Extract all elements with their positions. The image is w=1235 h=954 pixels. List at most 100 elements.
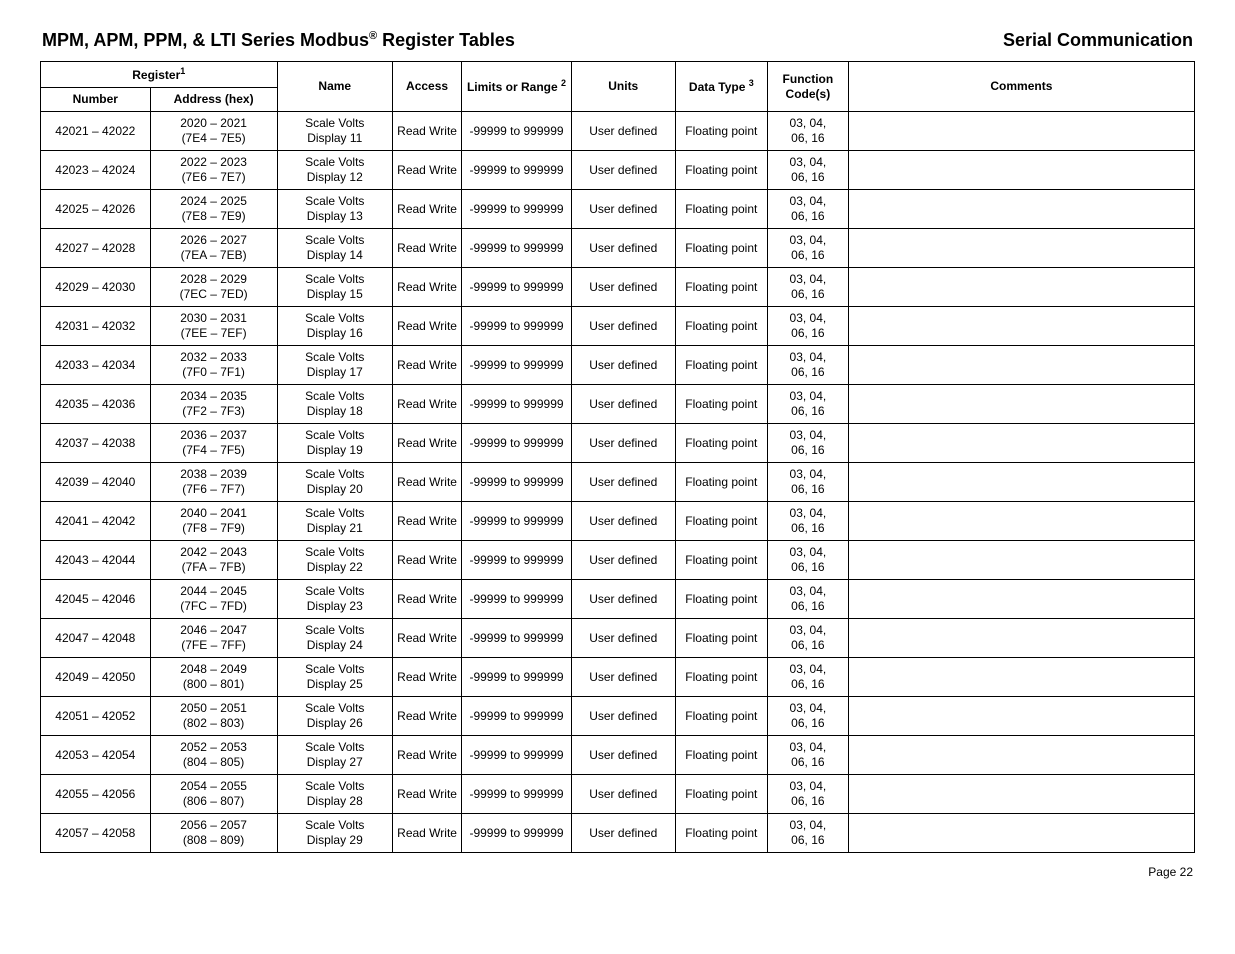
th-data-type-text: Data Type: [689, 80, 745, 94]
cell-name-l1: Scale Volts: [281, 818, 389, 833]
cell-name-l1: Scale Volts: [281, 155, 389, 170]
cell-address-l1: 2046 – 2047: [154, 623, 274, 638]
cell-units: User defined: [571, 736, 675, 775]
cell-number: 42043 – 42044: [41, 541, 151, 580]
cell-dtype: Floating point: [675, 658, 767, 697]
title-left-main: MPM, APM, PPM, & LTI Series Modbus: [42, 30, 369, 50]
cell-limits: -99999 to 999999: [462, 736, 572, 775]
cell-address: 2052 – 2053(804 – 805): [150, 736, 277, 775]
cell-fcode-l2: 06, 16: [771, 599, 845, 614]
table-row: 42047 – 420482046 – 2047(7FE – 7FF)Scale…: [41, 619, 1195, 658]
cell-fcode-l2: 06, 16: [771, 638, 845, 653]
cell-name-l2: Display 29: [281, 833, 389, 848]
cell-fcode-l2: 06, 16: [771, 209, 845, 224]
cell-name-l1: Scale Volts: [281, 428, 389, 443]
cell-address-l1: 2020 – 2021: [154, 116, 274, 131]
table-row: 42055 – 420562054 – 2055(806 – 807)Scale…: [41, 775, 1195, 814]
table-row: 42037 – 420382036 – 2037(7F4 – 7F5)Scale…: [41, 424, 1195, 463]
cell-fcode: 03, 04,06, 16: [767, 619, 848, 658]
cell-address-l2: (7FE – 7FF): [154, 638, 274, 653]
cell-fcode-l1: 03, 04,: [771, 662, 845, 677]
cell-access: Read Write: [392, 736, 461, 775]
cell-address-l1: 2038 – 2039: [154, 467, 274, 482]
cell-comments: [848, 541, 1194, 580]
cell-fcode: 03, 04,06, 16: [767, 268, 848, 307]
title-right: Serial Communication: [1003, 30, 1193, 51]
cell-fcode-l1: 03, 04,: [771, 389, 845, 404]
cell-address-l1: 2056 – 2057: [154, 818, 274, 833]
th-name: Name: [277, 62, 392, 112]
cell-fcode-l1: 03, 04,: [771, 818, 845, 833]
cell-comments: [848, 190, 1194, 229]
cell-comments: [848, 424, 1194, 463]
cell-dtype: Floating point: [675, 229, 767, 268]
table-row: 42021 – 420222020 – 2021(7E4 – 7E5)Scale…: [41, 112, 1195, 151]
cell-access: Read Write: [392, 814, 461, 853]
cell-address-l2: (7F8 – 7F9): [154, 521, 274, 536]
cell-units: User defined: [571, 658, 675, 697]
cell-address: 2048 – 2049(800 – 801): [150, 658, 277, 697]
cell-address: 2042 – 2043(7FA – 7FB): [150, 541, 277, 580]
cell-limits: -99999 to 999999: [462, 268, 572, 307]
cell-dtype: Floating point: [675, 151, 767, 190]
th-data-type: Data Type 3: [675, 62, 767, 112]
cell-fcode-l2: 06, 16: [771, 794, 845, 809]
th-address: Address (hex): [150, 88, 277, 112]
cell-limits: -99999 to 999999: [462, 229, 572, 268]
cell-dtype: Floating point: [675, 697, 767, 736]
table-row: 42049 – 420502048 – 2049(800 – 801)Scale…: [41, 658, 1195, 697]
cell-dtype: Floating point: [675, 814, 767, 853]
cell-access: Read Write: [392, 385, 461, 424]
cell-dtype: Floating point: [675, 268, 767, 307]
cell-number: 42039 – 42040: [41, 463, 151, 502]
cell-fcode: 03, 04,06, 16: [767, 658, 848, 697]
cell-dtype: Floating point: [675, 541, 767, 580]
cell-name-l1: Scale Volts: [281, 272, 389, 287]
cell-name: Scale VoltsDisplay 15: [277, 268, 392, 307]
table-row: 42035 – 420362034 – 2035(7F2 – 7F3)Scale…: [41, 385, 1195, 424]
th-data-type-fn: 3: [749, 78, 754, 88]
cell-name-l1: Scale Volts: [281, 623, 389, 638]
registered-symbol: ®: [369, 30, 377, 42]
table-row: 42057 – 420582056 – 2057(808 – 809)Scale…: [41, 814, 1195, 853]
cell-access: Read Write: [392, 463, 461, 502]
cell-fcode-l2: 06, 16: [771, 248, 845, 263]
cell-fcode: 03, 04,06, 16: [767, 112, 848, 151]
cell-name-l2: Display 26: [281, 716, 389, 731]
th-limits: Limits or Range 2: [462, 62, 572, 112]
cell-dtype: Floating point: [675, 307, 767, 346]
cell-address-l1: 2040 – 2041: [154, 506, 274, 521]
cell-number: 42035 – 42036: [41, 385, 151, 424]
cell-fcode-l1: 03, 04,: [771, 545, 845, 560]
cell-fcode-l1: 03, 04,: [771, 623, 845, 638]
cell-number: 42051 – 42052: [41, 697, 151, 736]
cell-address-l2: (802 – 803): [154, 716, 274, 731]
cell-fcode-l1: 03, 04,: [771, 350, 845, 365]
table-head: Register1 Name Access Limits or Range 2 …: [41, 62, 1195, 112]
cell-fcode-l1: 03, 04,: [771, 779, 845, 794]
cell-comments: [848, 697, 1194, 736]
cell-fcode: 03, 04,06, 16: [767, 697, 848, 736]
th-units: Units: [571, 62, 675, 112]
cell-dtype: Floating point: [675, 463, 767, 502]
cell-address: 2050 – 2051(802 – 803): [150, 697, 277, 736]
cell-address-l1: 2036 – 2037: [154, 428, 274, 443]
cell-fcode-l2: 06, 16: [771, 833, 845, 848]
cell-number: 42029 – 42030: [41, 268, 151, 307]
cell-name-l2: Display 11: [281, 131, 389, 146]
cell-access: Read Write: [392, 190, 461, 229]
cell-address: 2026 – 2027(7EA – 7EB): [150, 229, 277, 268]
cell-limits: -99999 to 999999: [462, 346, 572, 385]
table-row: 42051 – 420522050 – 2051(802 – 803)Scale…: [41, 697, 1195, 736]
cell-limits: -99999 to 999999: [462, 112, 572, 151]
cell-name-l1: Scale Volts: [281, 584, 389, 599]
cell-name-l2: Display 20: [281, 482, 389, 497]
cell-comments: [848, 775, 1194, 814]
cell-address-l1: 2028 – 2029: [154, 272, 274, 287]
cell-name-l2: Display 21: [281, 521, 389, 536]
cell-name-l1: Scale Volts: [281, 116, 389, 131]
cell-name-l2: Display 17: [281, 365, 389, 380]
cell-dtype: Floating point: [675, 736, 767, 775]
cell-units: User defined: [571, 385, 675, 424]
cell-units: User defined: [571, 424, 675, 463]
